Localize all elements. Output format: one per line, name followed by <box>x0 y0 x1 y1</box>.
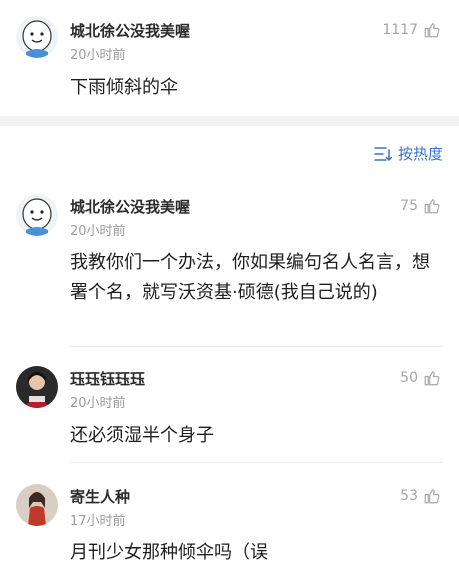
thumbs-up-icon <box>423 21 441 39</box>
comment-author[interactable]: 珏珏钰珏珏 <box>70 368 145 389</box>
avatar[interactable] <box>16 194 58 236</box>
like-count: 53 <box>400 488 418 504</box>
comment-text: 下雨倾斜的伞 <box>70 77 178 98</box>
comment-text: 还必须湿半个身子 <box>70 425 214 446</box>
like-button[interactable]: 50 <box>400 369 441 387</box>
sort-icon <box>374 146 392 162</box>
comment-time: 20小时前 <box>70 224 126 239</box>
sort-label: 按热度 <box>397 145 443 163</box>
like-button[interactable]: 1117 <box>382 21 441 39</box>
like-count: 50 <box>400 370 418 386</box>
comment-time: 20小时前 <box>70 396 126 411</box>
avatar[interactable] <box>16 16 58 58</box>
thumbs-up-icon <box>423 197 441 215</box>
thumbs-up-icon <box>423 369 441 387</box>
thumbs-up-icon <box>423 487 441 505</box>
sort-by-hot-button[interactable]: 按热度 <box>374 143 443 164</box>
avatar[interactable] <box>16 484 58 526</box>
like-count: 1117 <box>382 22 418 38</box>
like-count: 75 <box>400 198 418 214</box>
comment-author[interactable]: 城北徐公没我美喔 <box>70 196 190 217</box>
like-button[interactable]: 53 <box>400 487 441 505</box>
comment-time: 20小时前 <box>70 48 126 63</box>
like-button[interactable]: 75 <box>400 197 441 215</box>
comment-text: 月刊少女那种倾伞吗（误 <box>70 542 268 563</box>
divider <box>70 346 443 347</box>
comment-author[interactable]: 城北徐公没我美喔 <box>70 20 190 41</box>
avatar[interactable] <box>16 366 58 408</box>
comment-time: 17小时前 <box>70 514 126 529</box>
comment-text: 我教你们一个办法，你如果编句名人名言，想署个名，就写沃资基·硕德(我自己说的) <box>70 252 430 303</box>
section-separator <box>0 116 459 126</box>
comment-author[interactable]: 寄生人种 <box>70 486 130 507</box>
divider <box>70 462 443 463</box>
